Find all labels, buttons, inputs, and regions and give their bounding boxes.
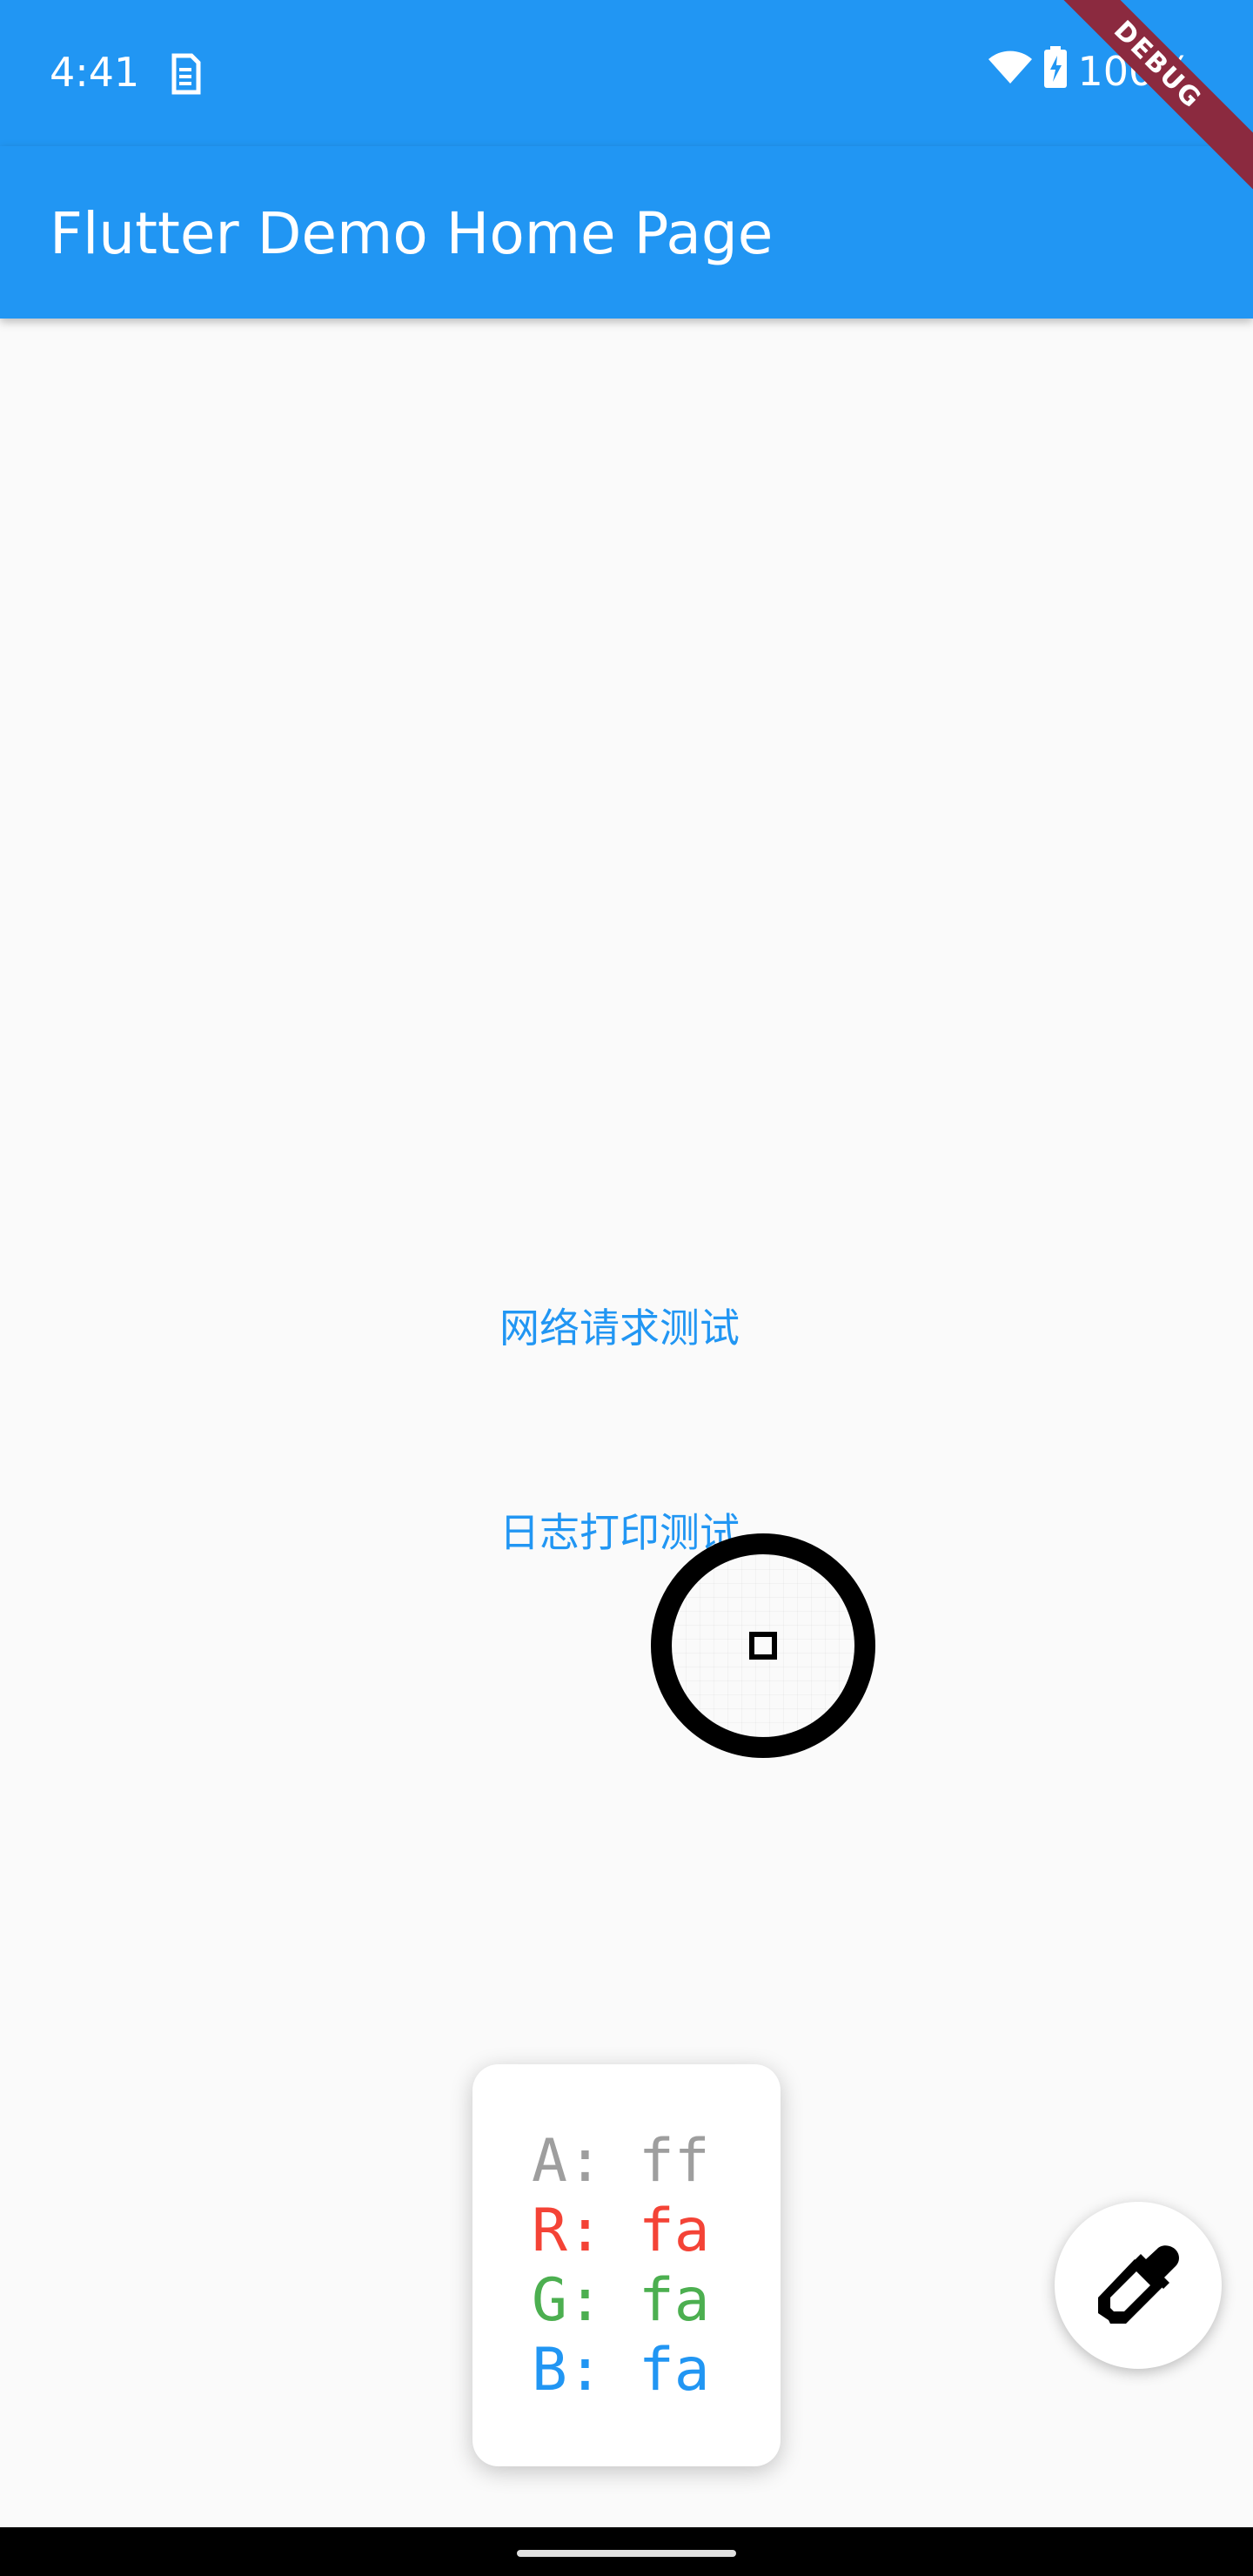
- sim-card-icon: [165, 52, 204, 96]
- red-value: R: fa: [532, 2197, 710, 2265]
- color-picker-fab[interactable]: [1055, 2202, 1222, 2369]
- network-request-test-button[interactable]: 网络请求测试: [499, 1297, 740, 1354]
- battery-charging-icon: [1042, 45, 1069, 98]
- color-picker-magnifier[interactable]: [651, 1533, 875, 1758]
- green-value: G: fa: [532, 2266, 710, 2335]
- color-values: A: ff R: fa G: fa B: fa: [532, 2127, 710, 2405]
- wifi-icon: [987, 48, 1034, 95]
- navigation-bar: [0, 2527, 1253, 2576]
- color-picker-icon: [1098, 2245, 1179, 2324]
- alpha-value: A: ff: [532, 2127, 710, 2196]
- color-info-card: A: ff R: fa G: fa B: fa: [472, 2064, 781, 2466]
- app-bar: Flutter Demo Home Page: [0, 146, 1253, 319]
- magnifier-crosshair: [749, 1632, 777, 1660]
- blue-value: B: fa: [532, 2336, 710, 2405]
- status-bar: 4:41 100%: [0, 0, 1253, 146]
- page-title: Flutter Demo Home Page: [50, 200, 774, 267]
- home-gesture-handle[interactable]: [517, 2550, 736, 2557]
- status-time: 4:41: [50, 49, 140, 96]
